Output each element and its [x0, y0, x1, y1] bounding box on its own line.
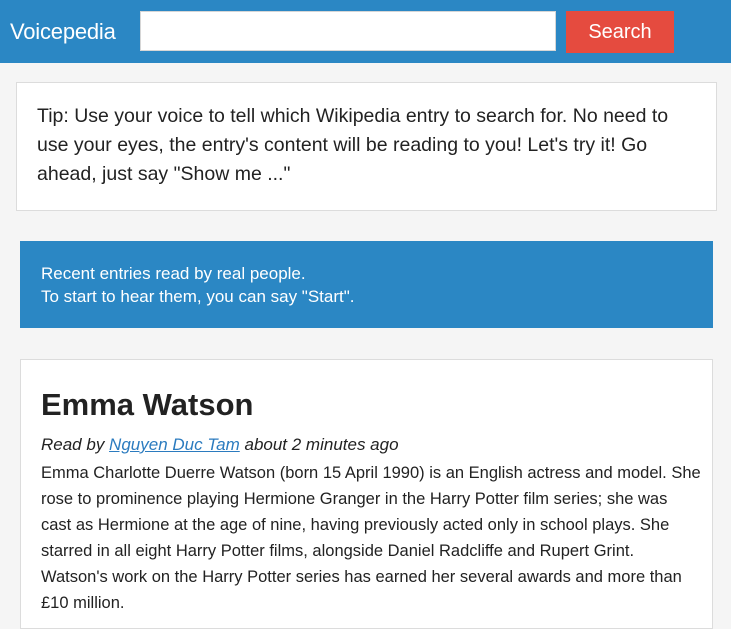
tip-card: Tip: Use your voice to tell which Wikipe… — [16, 82, 717, 211]
banner-line-1: Recent entries read by real people. — [41, 264, 306, 283]
search-button[interactable]: Search — [566, 11, 674, 53]
brand-logo[interactable]: Voicepedia — [10, 19, 116, 45]
entry-timestamp: about 2 minutes ago — [239, 435, 399, 454]
read-by-label: Read by — [41, 435, 110, 454]
entry-body: Emma Charlotte Duerre Watson (born 15 Ap… — [41, 464, 701, 612]
entry-card: Emma Watson Read by Nguyen Duc Tam about… — [20, 359, 713, 629]
entry-title: Emma Watson — [41, 387, 254, 422]
top-navbar: Voicepedia Search — [0, 0, 731, 63]
entry-meta: Read by Nguyen Duc Tam about 2 minutes a… — [41, 435, 691, 455]
search-input[interactable] — [140, 11, 556, 51]
recent-entries-banner: Recent entries read by real people. To s… — [20, 241, 713, 328]
banner-line-2: To start to hear them, you can say "Star… — [41, 287, 355, 306]
tip-text: Tip: Use your voice to tell which Wikipe… — [37, 105, 669, 185]
reader-link[interactable]: Nguyen Duc Tam — [109, 435, 240, 454]
